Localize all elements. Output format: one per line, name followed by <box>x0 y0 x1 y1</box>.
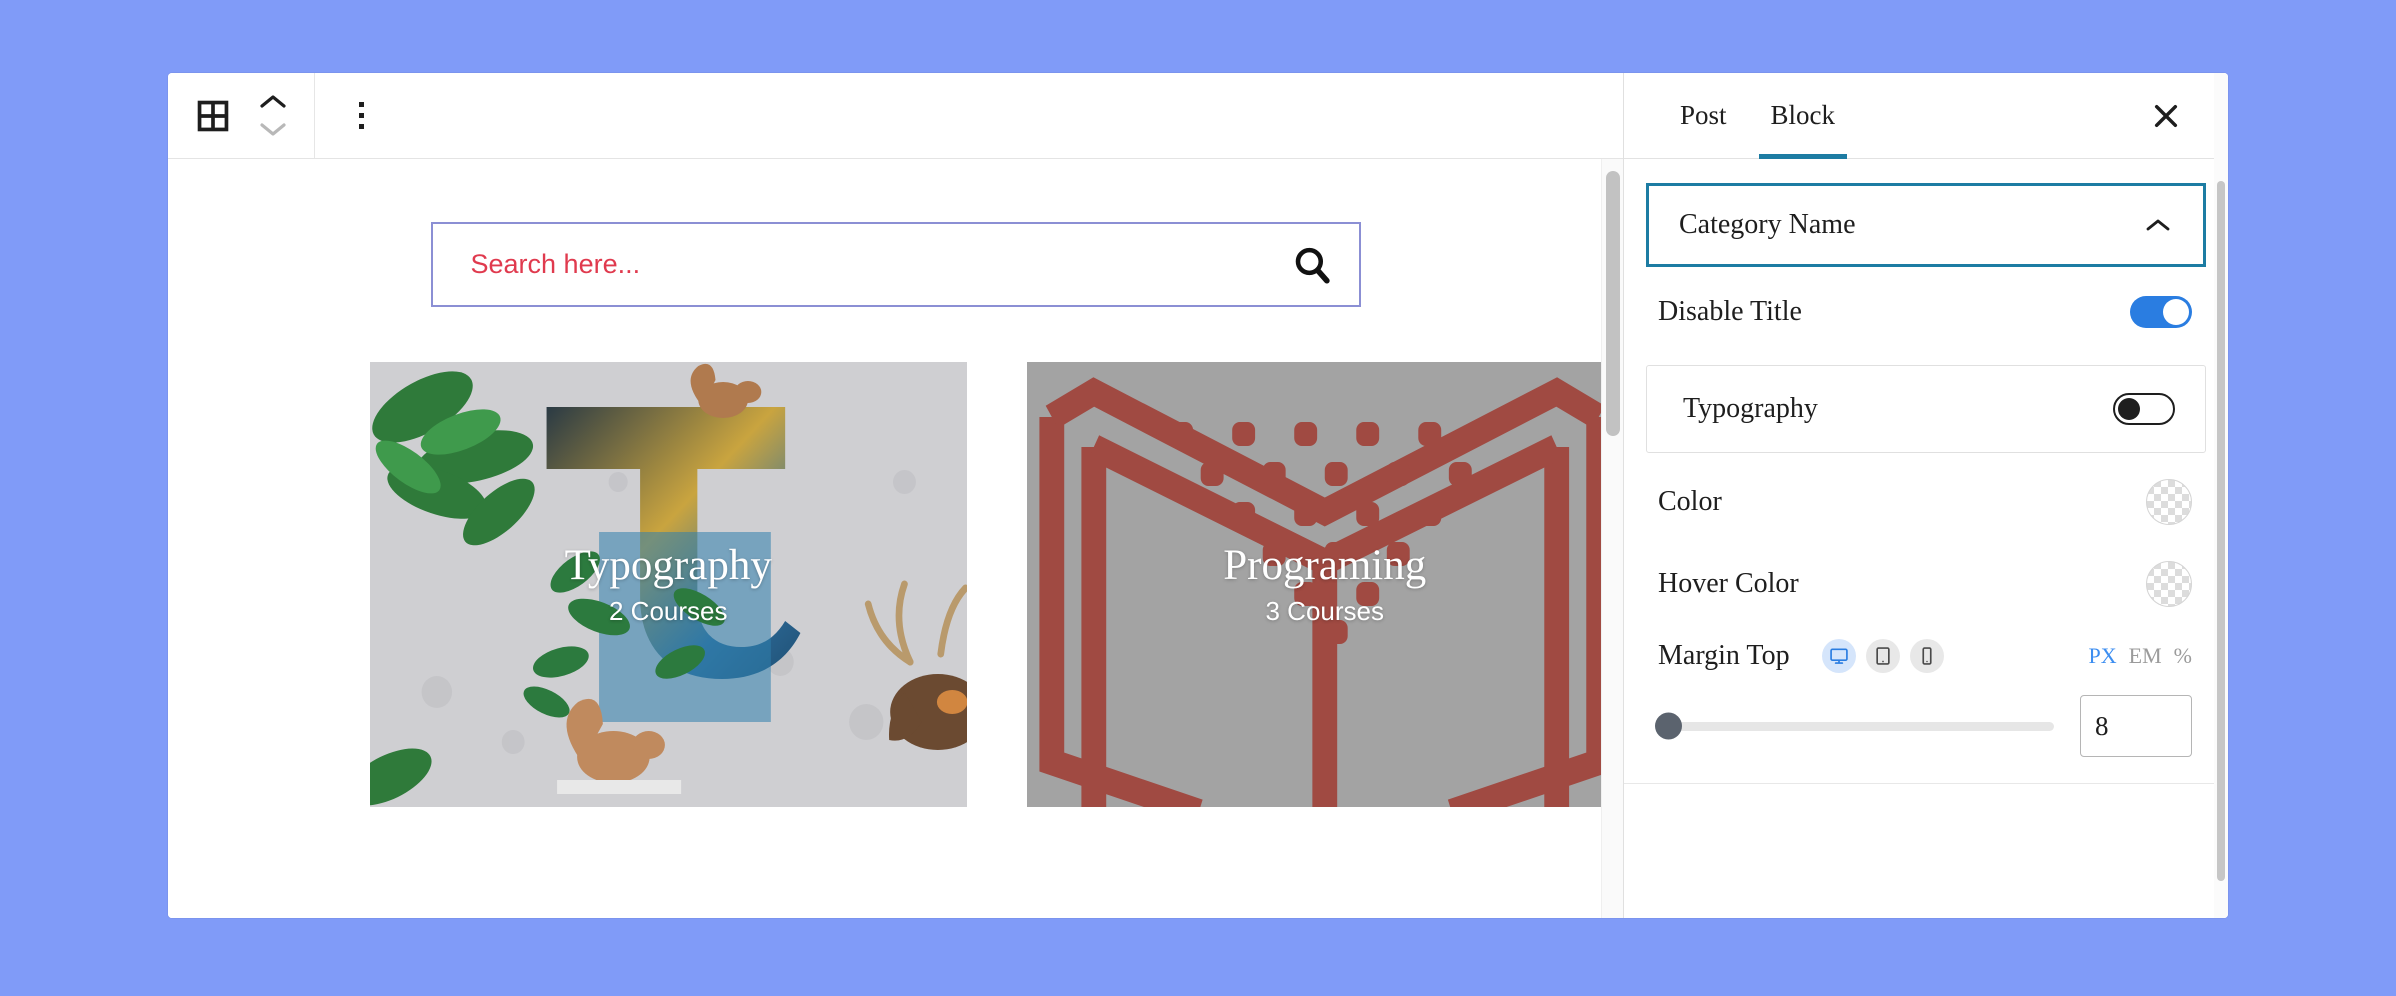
unit-em-button[interactable]: EM <box>2129 643 2162 669</box>
card-title: Typography <box>564 542 772 590</box>
unit-selector: PX EM % <box>2089 643 2192 669</box>
close-sidebar-button[interactable] <box>2150 100 2182 132</box>
disable-title-label: Disable Title <box>1658 296 1802 327</box>
canvas-scrollbar[interactable] <box>1601 159 1623 918</box>
grid-icon <box>197 100 229 131</box>
toolbar-left-group <box>168 73 315 158</box>
search-icon[interactable] <box>1291 244 1333 286</box>
typography-row: Typography <box>1647 366 2205 452</box>
move-up-button[interactable] <box>258 93 288 111</box>
color-row: Color <box>1624 463 2228 541</box>
chevron-up-icon <box>260 95 286 108</box>
card-overlay: Typography 2 Courses <box>370 362 967 807</box>
desktop-device-button[interactable] <box>1821 639 1856 673</box>
chevron-up-icon[interactable] <box>2143 216 2173 234</box>
card-overlay: Programing 3 Courses <box>1027 362 1624 807</box>
disable-title-row: Disable Title <box>1624 273 2228 351</box>
sidebar-scrollbar-thumb[interactable] <box>2217 181 2225 881</box>
editor-canvas-wrapper: Typography 2 Courses <box>168 159 1623 918</box>
tab-post[interactable]: Post <box>1658 73 1749 158</box>
category-cards: Typography 2 Courses Programing 3 Course… <box>168 307 1623 807</box>
margin-top-slider-thumb[interactable] <box>1655 712 1682 740</box>
sidebar-tabs: Post Block <box>1624 73 2228 159</box>
chevron-down-icon <box>260 123 286 136</box>
unit-percent-button[interactable]: % <box>2174 643 2192 669</box>
sidebar-scrollbar[interactable] <box>2214 73 2228 918</box>
more-options-button[interactable] <box>359 102 364 129</box>
desktop-icon <box>1829 648 1848 664</box>
color-label: Color <box>1658 486 1722 517</box>
mobile-device-button[interactable] <box>1909 639 1944 673</box>
typography-card: Typography <box>1646 365 2206 453</box>
typography-label: Typography <box>1683 393 1818 424</box>
category-name-panel-header[interactable]: Category Name <box>1649 186 2203 264</box>
mobile-icon <box>1921 647 1932 665</box>
close-icon <box>2154 104 2178 127</box>
sidebar-body: Category Name Disable Title Typography C… <box>1624 159 2228 918</box>
unit-px-button[interactable]: PX <box>2089 643 2117 669</box>
search-block <box>168 222 1623 307</box>
block-inserter-button[interactable] <box>196 99 230 133</box>
tablet-icon <box>1875 647 1890 665</box>
editor-window: Typography 2 Courses <box>168 73 2228 918</box>
margin-top-slider-row <box>1624 673 2228 757</box>
editor-pane: Typography 2 Courses <box>168 73 1623 918</box>
tab-block[interactable]: Block <box>1749 73 1858 159</box>
card-subtitle: 3 Courses <box>1265 595 1385 626</box>
search-box[interactable] <box>430 222 1361 307</box>
canvas-scrollbar-thumb[interactable] <box>1606 171 1620 436</box>
section-divider <box>1624 783 2228 784</box>
vertical-dots-icon <box>359 102 364 129</box>
toolbar-more-group <box>315 73 364 158</box>
panel-title: Category Name <box>1679 209 1856 240</box>
hover-color-swatch[interactable] <box>2146 561 2192 607</box>
device-preview-buttons <box>1821 639 1944 673</box>
editor-toolbar <box>168 73 1623 159</box>
category-name-panel: Category Name <box>1646 183 2206 267</box>
category-card-programing[interactable]: Programing 3 Courses <box>1026 362 1624 807</box>
color-swatch[interactable] <box>2146 479 2192 525</box>
tablet-device-button[interactable] <box>1865 639 1900 673</box>
margin-top-number-input[interactable] <box>2080 695 2192 757</box>
card-title: Programing <box>1223 542 1427 590</box>
margin-top-row: Margin Top PX EM % <box>1624 623 2228 673</box>
move-block-controls <box>258 93 288 138</box>
margin-top-label: Margin Top <box>1658 640 1790 671</box>
disable-title-toggle[interactable] <box>2130 296 2192 328</box>
hover-color-row: Hover Color <box>1624 545 2228 623</box>
hover-color-label: Hover Color <box>1658 568 1799 599</box>
search-input[interactable] <box>470 249 1291 280</box>
card-subtitle: 2 Courses <box>609 595 728 626</box>
margin-top-slider[interactable] <box>1655 712 2054 740</box>
margin-top-value[interactable] <box>2081 696 2191 756</box>
settings-sidebar: Post Block Category Name Disable Title T… <box>1623 73 2228 918</box>
category-card-typography[interactable]: Typography 2 Courses <box>370 362 967 807</box>
move-down-button[interactable] <box>258 120 288 138</box>
editor-canvas: Typography 2 Courses <box>168 159 1623 807</box>
typography-toggle[interactable] <box>2113 393 2175 425</box>
